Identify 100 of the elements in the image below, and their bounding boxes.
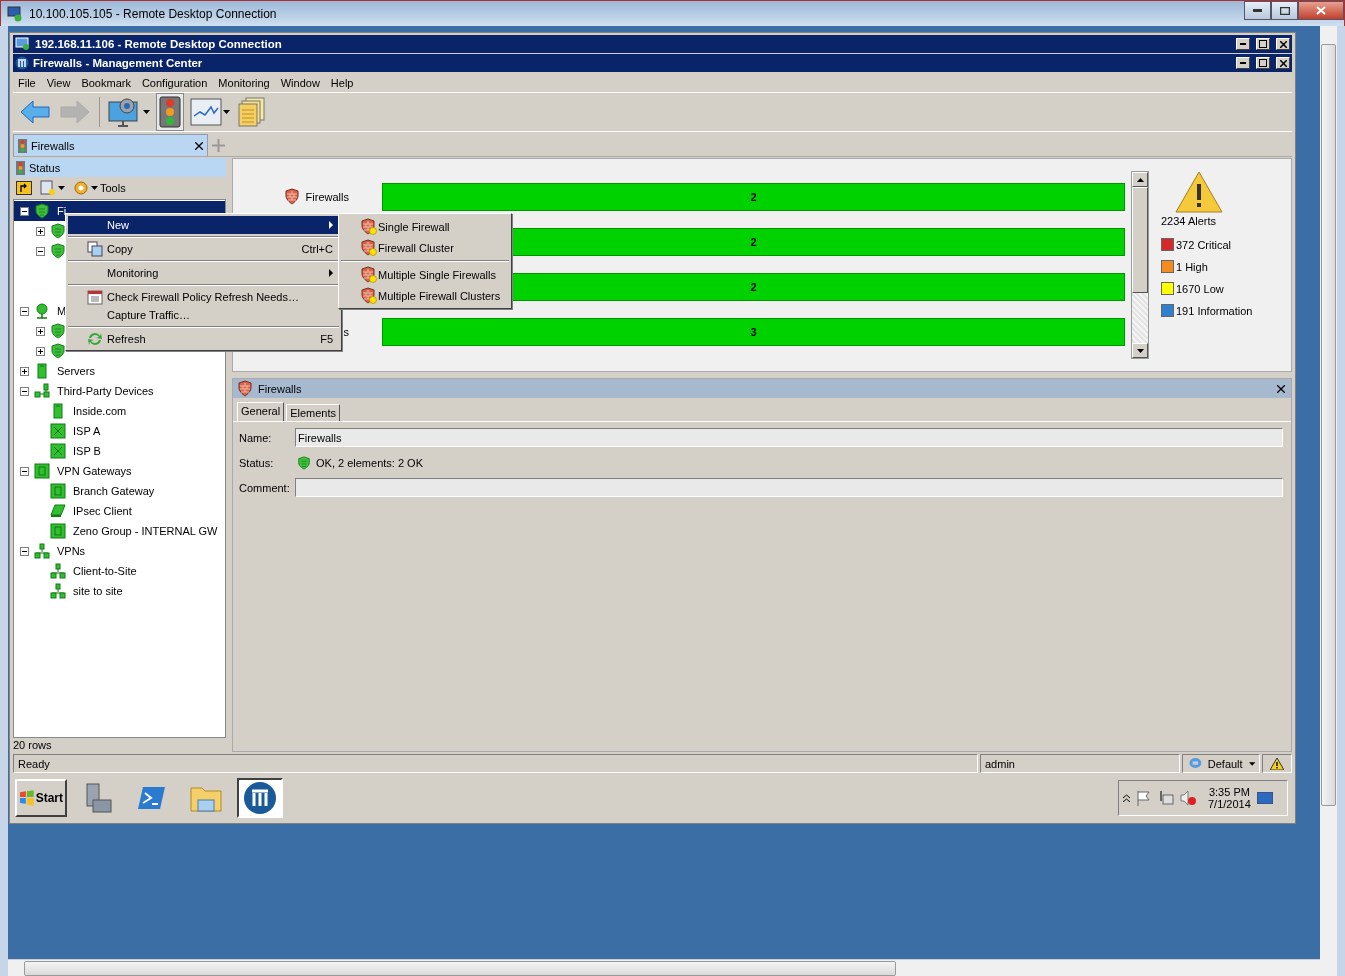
profile-dropdown[interactable]: Default	[1182, 754, 1260, 773]
minimize-icon	[1240, 43, 1246, 45]
server-icon	[50, 403, 66, 419]
documents-icon	[238, 97, 266, 127]
collapse-icon[interactable]	[20, 466, 29, 476]
row-label: Firewalls	[305, 191, 349, 203]
shield-icon	[50, 343, 66, 359]
tree-item[interactable]: Zeno Group - INTERNAL GW	[71, 524, 220, 538]
maximize-button[interactable]	[1271, 1, 1298, 20]
toolbar-button[interactable]	[156, 93, 184, 131]
menu-item[interactable]: New	[68, 216, 339, 234]
taskbar-app[interactable]	[237, 778, 283, 818]
menu-item[interactable]: Capture Traffic…	[68, 306, 339, 324]
alert-total: 2234 Alerts	[1161, 215, 1217, 227]
expand-icon[interactable]	[36, 326, 45, 336]
menu-item[interactable]: Monitoring	[213, 76, 275, 89]
tree-item[interactable]: VPN Gateways	[55, 464, 134, 478]
text-field[interactable]	[295, 478, 1283, 497]
window-title: 10.100.105.105 - Remote Desktop Connection	[29, 6, 278, 21]
menu-item[interactable]: Configuration	[136, 76, 213, 89]
caret-icon	[58, 186, 65, 190]
up-arrow-icon	[1136, 177, 1144, 182]
text-field[interactable]: Firewalls	[295, 428, 1283, 447]
tools-menu[interactable]: Tools	[73, 180, 126, 196]
expand-icon[interactable]	[36, 346, 45, 356]
field-label: Name:	[239, 431, 273, 444]
menu-item[interactable]: Copy Ctrl+C	[68, 240, 339, 258]
restore-button[interactable]	[1256, 57, 1270, 69]
close-icon[interactable]	[195, 141, 203, 150]
menu-item[interactable]: Check Firewall Policy Refresh Needs…	[68, 288, 339, 306]
tree-item[interactable]: VPNs	[55, 544, 88, 558]
shield-icon	[50, 323, 66, 339]
muted-speaker-icon[interactable]	[1180, 790, 1196, 806]
remote-desktop-icon	[7, 5, 23, 22]
scrollbar-thumb[interactable]	[1321, 44, 1336, 806]
close-icon[interactable]	[1277, 384, 1285, 393]
tree-item[interactable]: M	[55, 304, 69, 318]
menu-item[interactable]: File	[13, 76, 41, 89]
tree-item[interactable]: ISP A	[71, 424, 103, 438]
collapse-icon[interactable]	[20, 306, 29, 316]
caret-icon	[1248, 761, 1255, 766]
flag-icon[interactable]	[1136, 790, 1152, 806]
firewall-new-icon	[360, 286, 378, 305]
close-icon	[1279, 59, 1287, 67]
menu-item[interactable]: Window	[275, 76, 325, 89]
firewall-new-icon	[360, 217, 378, 236]
traffic-light-icon	[18, 138, 27, 153]
menu-item[interactable]: Monitoring	[68, 264, 339, 282]
toolbar-button[interactable]	[188, 96, 232, 128]
tab[interactable]: Firewalls	[13, 134, 208, 156]
traffic-light-icon	[159, 96, 181, 128]
status-bar: 3	[382, 318, 1125, 346]
close-button[interactable]	[1298, 1, 1344, 20]
scroll-down-button[interactable]	[1132, 343, 1148, 358]
tree-item[interactable]: Third-Party Devices	[55, 384, 156, 398]
tab[interactable]: Elements	[286, 404, 340, 421]
folder-icon	[190, 784, 222, 812]
collapse-icon[interactable]	[20, 386, 29, 396]
expand-icon[interactable]	[36, 226, 45, 236]
folder-up-icon[interactable]	[16, 181, 32, 195]
server-icon	[34, 363, 50, 379]
refresh-icon	[87, 331, 103, 347]
firewall-icon	[237, 379, 255, 398]
minimize-button[interactable]	[1244, 1, 1271, 20]
collapse-icon[interactable]	[36, 246, 45, 256]
collapse-icon[interactable]	[20, 206, 29, 216]
restore-button[interactable]	[1256, 38, 1270, 50]
chevron-up-icon[interactable]	[1123, 794, 1130, 802]
app-logo-icon	[243, 781, 277, 815]
gear-icon	[73, 180, 89, 196]
tree-item[interactable]: site to site	[71, 584, 125, 598]
menu-item[interactable]: Help	[325, 76, 359, 89]
menu-item[interactable]: Refresh F5	[68, 330, 339, 348]
back-arrow-icon	[19, 98, 51, 126]
alert-count: 1670 Low	[1176, 282, 1224, 295]
scroll-up-button[interactable]	[1132, 172, 1148, 187]
expand-icon[interactable]	[20, 366, 29, 376]
line-chart-icon	[190, 98, 222, 126]
collapse-icon[interactable]	[20, 546, 29, 556]
firewall-new-icon	[360, 265, 378, 284]
tab[interactable]: General	[237, 402, 285, 421]
laptop-icon	[50, 503, 66, 519]
shield-icon	[50, 223, 66, 239]
scrollbar-thumb[interactable]	[24, 960, 896, 976]
network-icon[interactable]	[1158, 790, 1174, 806]
menu-item[interactable]: View	[41, 76, 76, 89]
tree-item[interactable]: IPsec Client	[71, 504, 134, 518]
tree-item[interactable]: ISP B	[71, 444, 103, 458]
tree-item[interactable]: Inside.com	[71, 404, 129, 418]
start-button[interactable]: Start	[15, 779, 67, 817]
clock[interactable]: 3:35 PM 7/1/2014	[1208, 786, 1251, 810]
tree-item[interactable]: Client-to-Site	[71, 564, 139, 578]
tree-item[interactable]: Branch Gateway	[71, 484, 157, 498]
show-desktop-icon[interactable]	[1256, 792, 1273, 804]
tree-item[interactable]: Servers	[55, 364, 97, 378]
menu-item[interactable]: Bookmark	[76, 76, 136, 89]
row-label: s	[343, 326, 349, 338]
restore-icon	[1259, 59, 1267, 67]
warning-icon[interactable]	[1270, 757, 1284, 770]
tree-item[interactable]: Fi	[55, 204, 69, 218]
